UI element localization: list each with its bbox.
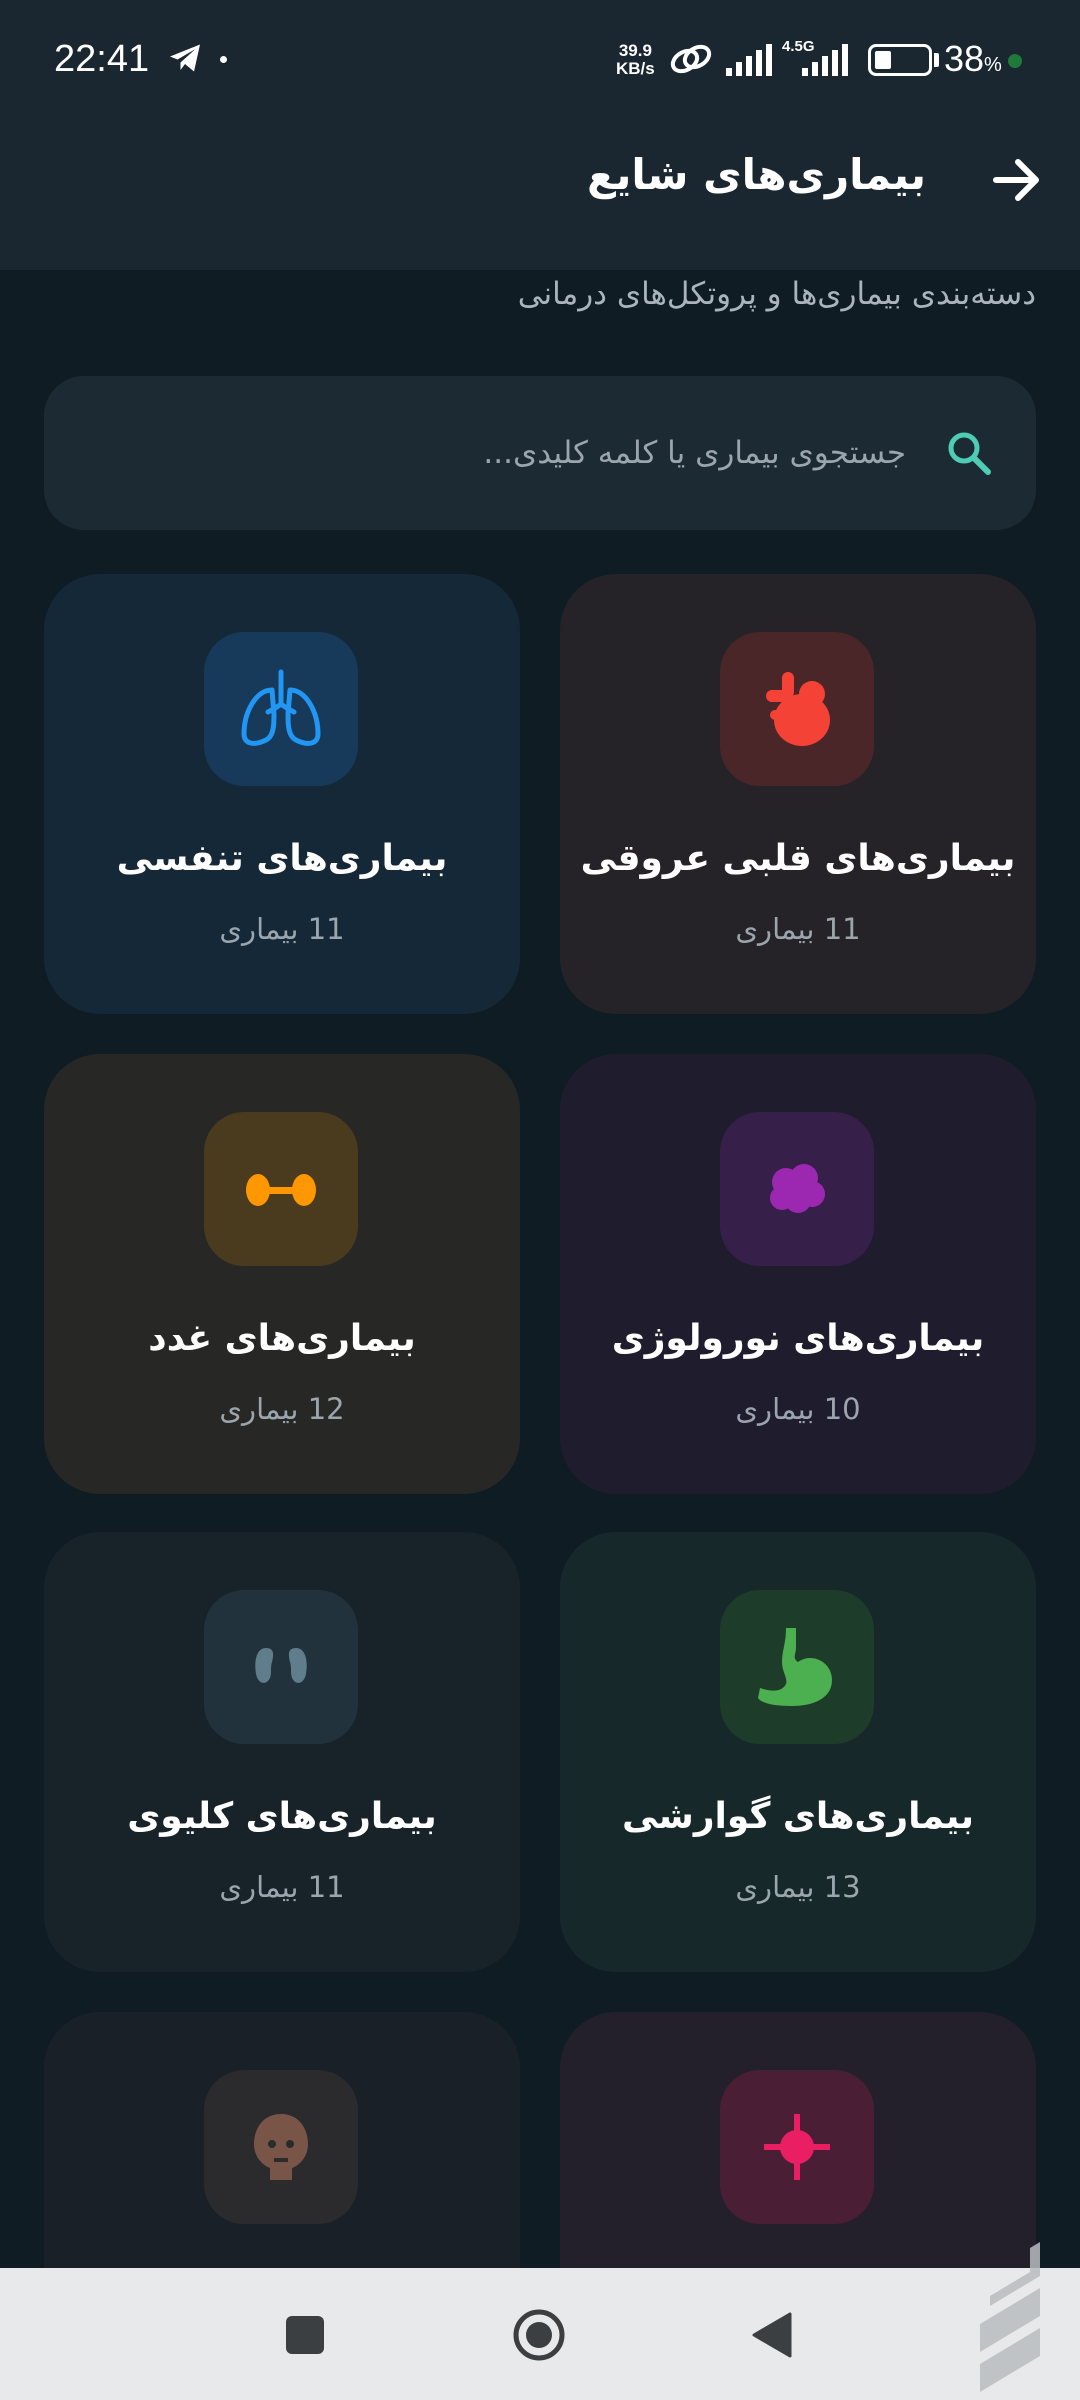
page-subtitle: دسته‌بندی بیماری‌ها و پروتکل‌های درمانی [517, 276, 1036, 312]
icon-box [204, 1590, 358, 1744]
search-icon [948, 432, 991, 475]
card-count: 11 بیماری [735, 912, 861, 946]
category-card-endocrine[interactable]: بیماری‌های غدد 12 بیماری [44, 1054, 520, 1494]
card-title: بیماری‌های تنفسی [116, 838, 448, 879]
signal-icon-2 [802, 44, 848, 76]
category-card-cardio[interactable]: بیماری‌های قلبی عروقی 11 بیماری [560, 574, 1036, 1014]
signal-icon-1 [726, 44, 772, 76]
card-title: بیماری‌های کلیوی [127, 1796, 437, 1837]
search-input[interactable] [126, 416, 906, 490]
battery-percent: 38% [944, 38, 1002, 79]
home-button[interactable] [512, 2308, 566, 2362]
category-card-kidney[interactable]: بیماری‌های کلیوی 11 بیماری [44, 1532, 520, 1972]
card-title: بیماری‌های غدد [148, 1318, 416, 1359]
stomach-icon [758, 1628, 832, 1706]
icon-box [720, 1112, 874, 1266]
card-title: بیماری‌های نورولوژی [611, 1318, 985, 1359]
back-arrow-icon[interactable] [980, 144, 1052, 216]
status-bar: 22:41 39.9 KB/s 4.5G 38% [0, 0, 1080, 120]
lungs-icon [241, 669, 321, 746]
heart-icon [766, 672, 830, 746]
thyroid-icon [246, 1174, 316, 1206]
card-count: 11 بیماری [219, 912, 345, 946]
hotspot-link-icon [670, 44, 712, 74]
page-title: بیماری‌های شایع [586, 150, 926, 199]
system-nav-bar [0, 2268, 1080, 2400]
icon-box [720, 632, 874, 786]
kidney-icon [255, 1648, 307, 1683]
search-bar[interactable] [44, 376, 1036, 530]
card-count: 12 بیماری [219, 1392, 345, 1426]
speed-value: 39.9 [618, 41, 652, 60]
network-speed: 39.9 KB/s [616, 42, 655, 78]
card-count: 13 بیماری [735, 1870, 861, 1904]
recents-button[interactable] [286, 2316, 324, 2354]
status-time: 22:41 [54, 38, 150, 80]
brain-icon [770, 1164, 825, 1213]
app-bar: بیماری‌های شایع [0, 120, 1080, 270]
icon-box [204, 2070, 358, 2224]
virus-icon [764, 2114, 830, 2180]
nav-back-button[interactable] [750, 2310, 794, 2360]
card-count: 11 بیماری [219, 1870, 345, 1904]
category-card-neurology[interactable]: بیماری‌های نورولوژی 10 بیماری [560, 1054, 1036, 1494]
battery-cap [934, 53, 939, 67]
store-logo-icon [980, 2242, 1040, 2392]
card-title: بیماری‌های گوارشی [622, 1796, 974, 1837]
category-card-digestive[interactable]: بیماری‌های گوارشی 13 بیماری [560, 1532, 1036, 1972]
screen: 22:41 39.9 KB/s 4.5G 38% [0, 0, 1080, 2400]
card-title: بیماری‌های قلبی عروقی [580, 838, 1016, 879]
icon-box [204, 632, 358, 786]
battery-icon [868, 44, 932, 76]
privacy-dot-icon [1008, 54, 1022, 68]
icon-box [204, 1112, 358, 1266]
notification-dot-icon [220, 56, 227, 63]
telegram-icon [170, 44, 200, 72]
icon-box [720, 1590, 874, 1744]
face-icon [254, 2114, 308, 2180]
card-count: 10 بیماری [735, 1392, 861, 1426]
speed-unit: KB/s [616, 59, 655, 78]
category-card-respiratory[interactable]: بیماری‌های تنفسی 11 بیماری [44, 574, 520, 1014]
icon-box [720, 2070, 874, 2224]
